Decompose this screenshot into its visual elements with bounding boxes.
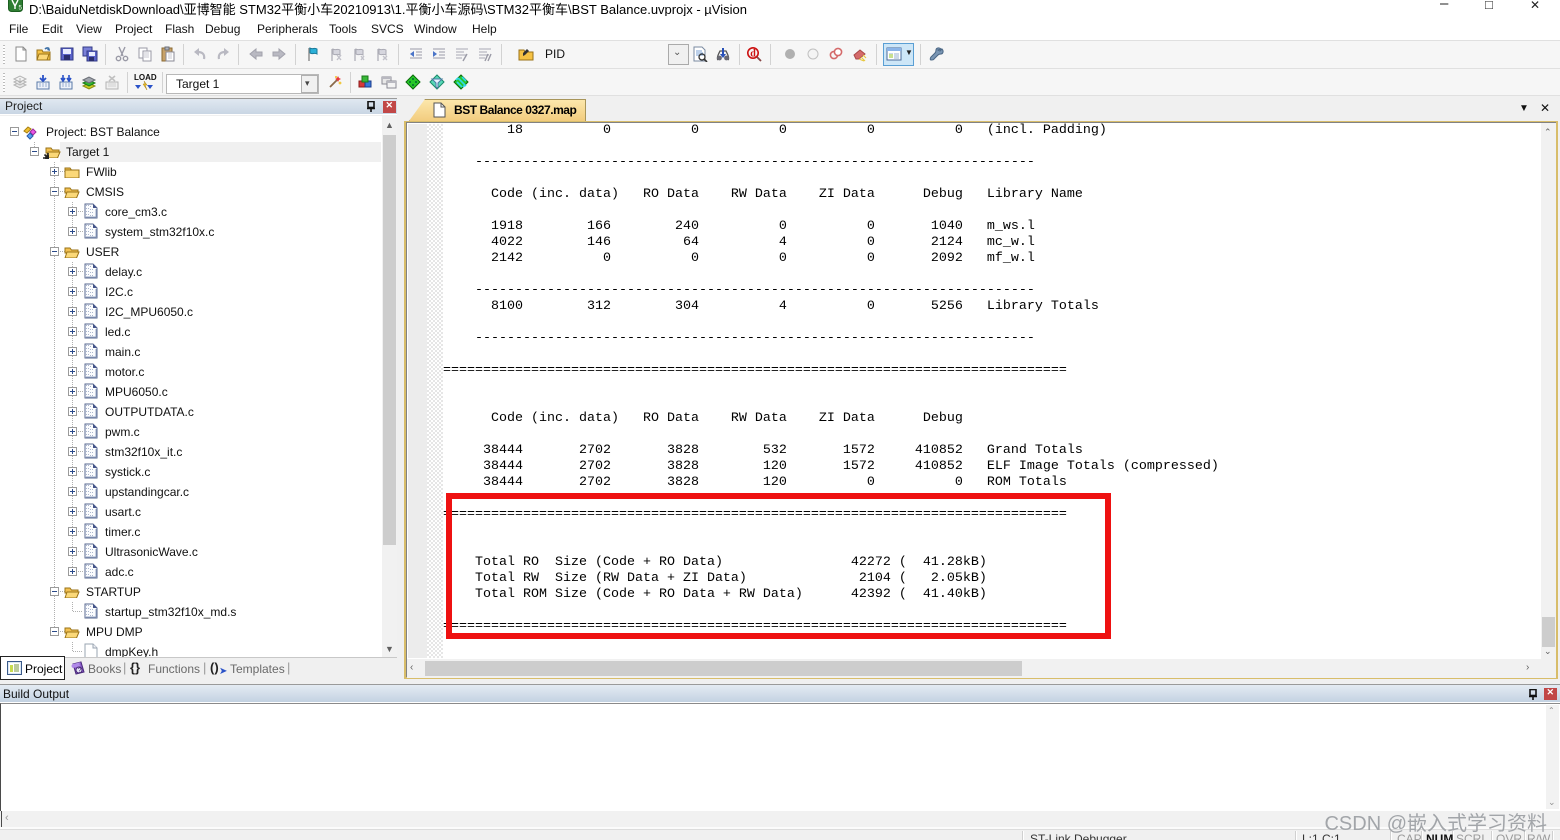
svg-text:LOAD: LOAD: [134, 73, 157, 82]
svg-text:d: d: [750, 49, 756, 60]
svg-text:?: ?: [78, 668, 82, 675]
